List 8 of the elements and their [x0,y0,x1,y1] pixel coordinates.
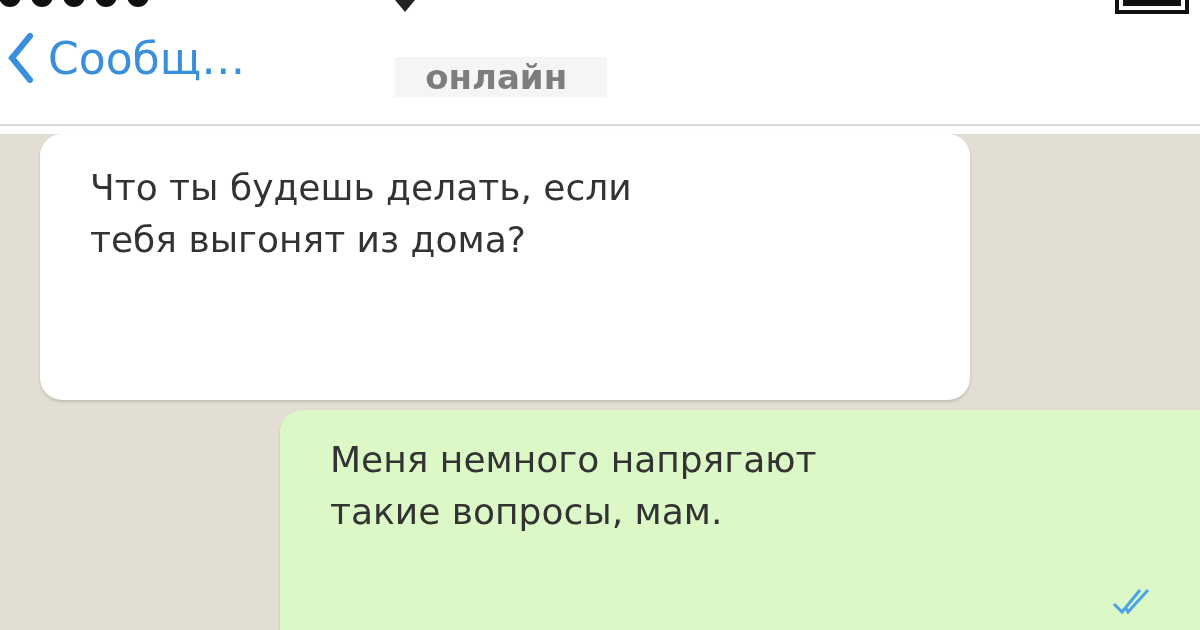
wifi-icon [395,0,415,12]
message-text: Меня немного напрягают такие вопросы, мам. [330,438,818,534]
signal-icon [0,0,150,8]
back-button[interactable]: Сообщ… [0,32,246,84]
message-text: Что ты будешь делать, если тебя выгонят из дома? [90,166,633,262]
chevron-left-icon [8,33,34,83]
battery-icon [1115,0,1191,14]
contact-status: онлайн [395,57,608,97]
